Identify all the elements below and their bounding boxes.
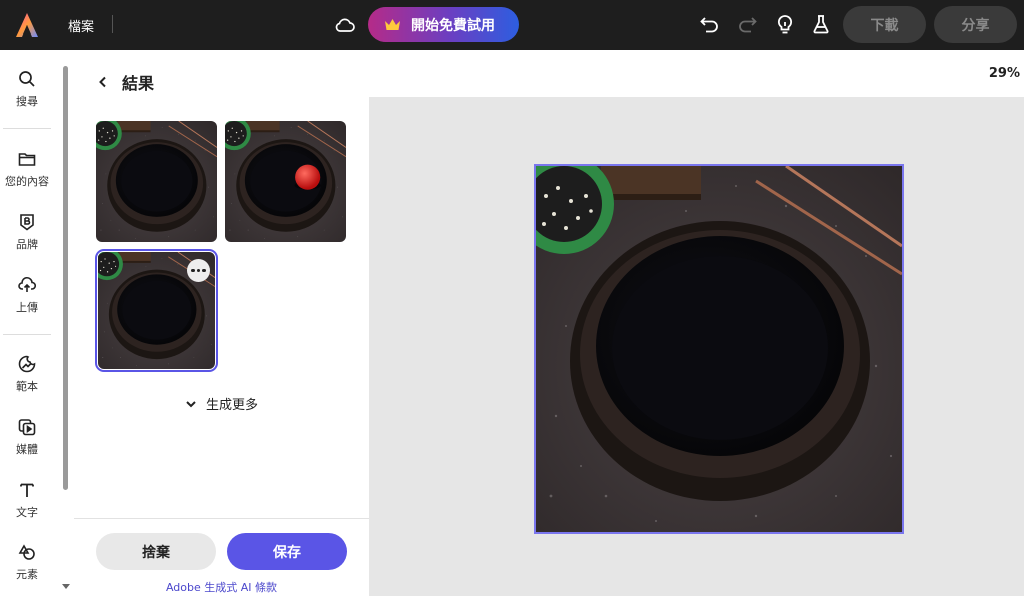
start-free-trial-button[interactable]: 開始免費試用 [368, 7, 519, 42]
elements-icon [18, 544, 35, 560]
result-thumbnail[interactable] [96, 121, 217, 242]
undo-icon[interactable] [699, 13, 721, 35]
rail-scrollbar[interactable] [63, 66, 68, 490]
top-bar: 檔案 開始免費試用 下載 分享 [0, 0, 1024, 50]
cloud-icon[interactable] [333, 13, 357, 37]
panel-title: 結果 [122, 74, 155, 93]
folder-icon [18, 153, 36, 166]
rail-item-label: 範本 [16, 380, 38, 393]
chevron-down-icon [186, 400, 196, 407]
canvas-toolbar: 29% [369, 50, 1024, 97]
left-rail: 搜尋 您的內容 品牌 上傳 範本 媒體 文字 元素 [0, 50, 54, 596]
rail-item-your-content[interactable]: 您的內容 [0, 150, 54, 200]
redo-icon[interactable] [736, 13, 758, 35]
results-panel: 結果 生成更多 捨棄 保存 Adobe 生成式 AI 條款 [74, 50, 369, 596]
share-button[interactable]: 分享 [934, 6, 1017, 43]
more-options-button[interactable] [187, 259, 210, 282]
save-button[interactable]: 保存 [227, 533, 347, 570]
flask-icon[interactable] [810, 13, 832, 35]
result-thumbnail-selected[interactable] [95, 249, 218, 372]
generate-more-label: 生成更多 [206, 398, 259, 413]
search-icon [19, 71, 35, 87]
adobe-express-logo-icon[interactable] [14, 12, 40, 38]
media-icon [18, 419, 36, 436]
scroll-down-arrow-icon[interactable] [62, 584, 70, 589]
start-free-trial-label: 開始免費試用 [411, 17, 495, 34]
bowl-with-ball-image [225, 121, 346, 242]
rail-item-search[interactable]: 搜尋 [0, 70, 54, 120]
upload-icon [18, 276, 36, 292]
rail-item-text[interactable]: 文字 [0, 481, 54, 531]
template-icon [18, 355, 36, 373]
rail-divider [3, 334, 51, 335]
discard-button[interactable]: 捨棄 [96, 533, 216, 570]
back-chevron-icon[interactable] [98, 76, 108, 88]
generative-ai-terms-link[interactable]: Adobe 生成式 AI 條款 [74, 579, 369, 595]
rail-divider [3, 128, 51, 129]
canvas-image[interactable] [512, 152, 904, 534]
result-thumbnail[interactable] [225, 121, 346, 242]
download-button[interactable]: 下載 [843, 6, 926, 43]
generate-more-button[interactable]: 生成更多 [186, 394, 258, 413]
brand-icon [20, 214, 34, 231]
rail-item-label: 文字 [16, 506, 38, 519]
rail-item-label: 媒體 [16, 443, 38, 456]
lightbulb-icon[interactable] [774, 13, 796, 35]
bowl-image [512, 152, 904, 534]
rail-item-media[interactable]: 媒體 [0, 418, 54, 468]
rail-item-label: 搜尋 [16, 95, 38, 108]
rail-item-templates[interactable]: 範本 [0, 355, 54, 405]
rail-item-label: 您的內容 [5, 175, 49, 188]
file-menu[interactable]: 檔案 [68, 16, 94, 35]
divider [74, 518, 369, 519]
rail-item-upload[interactable]: 上傳 [0, 276, 54, 326]
rail-item-label: 品牌 [16, 238, 38, 251]
panel-header: 結果 [98, 70, 154, 94]
zoom-level[interactable]: 29% [989, 66, 1020, 81]
crown-icon [385, 18, 400, 30]
rail-item-elements[interactable]: 元素 [0, 543, 54, 593]
rail-item-brand[interactable]: 品牌 [0, 213, 54, 263]
rail-item-label: 元素 [16, 568, 38, 581]
text-icon [20, 483, 34, 497]
bowl-image [96, 121, 217, 242]
rail-item-label: 上傳 [16, 301, 38, 314]
divider [112, 15, 113, 33]
